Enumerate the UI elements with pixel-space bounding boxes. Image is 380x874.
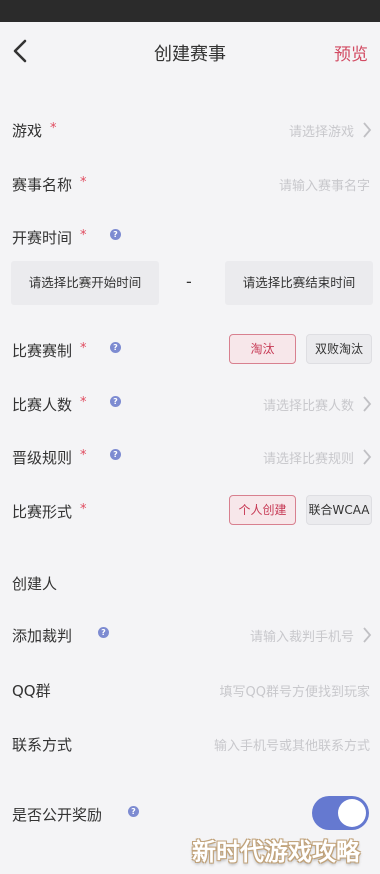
contact-label: 联系方式 — [12, 736, 73, 754]
nav-bar: 创建赛事 预览 — [0, 22, 380, 80]
start-time-label: 开赛时间 — [12, 229, 73, 247]
game-row[interactable]: 游戏 * 请选择游戏 — [0, 110, 380, 150]
creator-label: 创建人 — [12, 575, 58, 593]
time-separator: - — [186, 272, 192, 291]
players-row[interactable]: 比赛人数 * ? 请选择比赛人数 — [0, 384, 380, 424]
event-name-row: 赛事名称 * 请输入赛事名字 — [0, 164, 380, 204]
help-icon[interactable]: ? — [110, 449, 121, 460]
game-select[interactable]: 请选择游戏 — [289, 121, 354, 140]
end-time-picker[interactable]: 请选择比赛结束时间 — [225, 261, 373, 305]
watermark: 新时代游戏攻略 — [192, 838, 360, 866]
creator-row: 创建人 — [0, 563, 380, 603]
referee-label: 添加裁判 — [12, 627, 73, 645]
help-icon[interactable]: ? — [98, 627, 109, 638]
page-title: 创建赛事 — [154, 44, 226, 65]
start-time-picker[interactable]: 请选择比赛开始时间 — [11, 261, 159, 305]
required-mark: * — [80, 502, 87, 517]
help-icon[interactable]: ? — [110, 396, 121, 407]
chevron-right-icon[interactable] — [362, 626, 372, 644]
advance-rule-row[interactable]: 晋级规则 * ? 请选择比赛规则 — [0, 437, 380, 477]
chevron-right-icon[interactable] — [362, 121, 372, 139]
advance-rule-select[interactable]: 请选择比赛规则 — [263, 448, 354, 467]
advance-rule-label: 晋级规则 — [12, 449, 73, 467]
players-label: 比赛人数 — [12, 396, 73, 414]
required-mark: * — [80, 341, 87, 356]
contact-row: 联系方式 输入手机号或其他联系方式 — [0, 724, 380, 764]
help-icon[interactable]: ? — [110, 229, 121, 240]
game-label: 游戏 — [12, 122, 43, 140]
help-icon[interactable]: ? — [110, 342, 121, 353]
required-mark: * — [50, 121, 57, 136]
form-type-label: 比赛形式 — [12, 503, 73, 521]
event-name-label: 赛事名称 — [12, 176, 73, 194]
form-type-option-wcaa[interactable]: 联合WCAA — [306, 495, 372, 525]
format-option-double-elimination[interactable]: 双败淘汰 — [306, 334, 372, 364]
public-reward-toggle[interactable] — [312, 796, 369, 830]
format-label: 比赛赛制 — [12, 342, 73, 360]
required-mark: * — [80, 228, 87, 243]
chevron-right-icon[interactable] — [362, 448, 372, 466]
required-mark: * — [80, 448, 87, 463]
preview-button[interactable]: 预览 — [334, 40, 368, 65]
referee-row[interactable]: 添加裁判 ? 请输入裁判手机号 — [0, 615, 380, 655]
qq-label: QQ群 — [12, 682, 51, 700]
contact-input[interactable]: 输入手机号或其他联系方式 — [214, 735, 370, 754]
chevron-right-icon[interactable] — [362, 395, 372, 413]
toggle-knob — [338, 799, 366, 827]
form-type-option-individual[interactable]: 个人创建 — [229, 495, 296, 525]
required-mark: * — [80, 395, 87, 410]
required-mark: * — [80, 175, 87, 190]
qq-row: QQ群 填写QQ群号方便找到玩家 — [0, 670, 380, 710]
referee-input[interactable]: 请输入裁判手机号 — [250, 626, 354, 645]
start-time-row: 开赛时间 * ? — [0, 217, 380, 257]
status-bar — [0, 0, 380, 22]
format-option-knockout[interactable]: 淘汰 — [229, 334, 296, 364]
players-select[interactable]: 请选择比赛人数 — [263, 395, 354, 414]
public-reward-label: 是否公开奖励 — [12, 806, 103, 824]
qq-input[interactable]: 填写QQ群号方便找到玩家 — [220, 681, 370, 700]
event-name-input[interactable]: 请输入赛事名字 — [279, 175, 370, 194]
help-icon[interactable]: ? — [128, 806, 139, 817]
